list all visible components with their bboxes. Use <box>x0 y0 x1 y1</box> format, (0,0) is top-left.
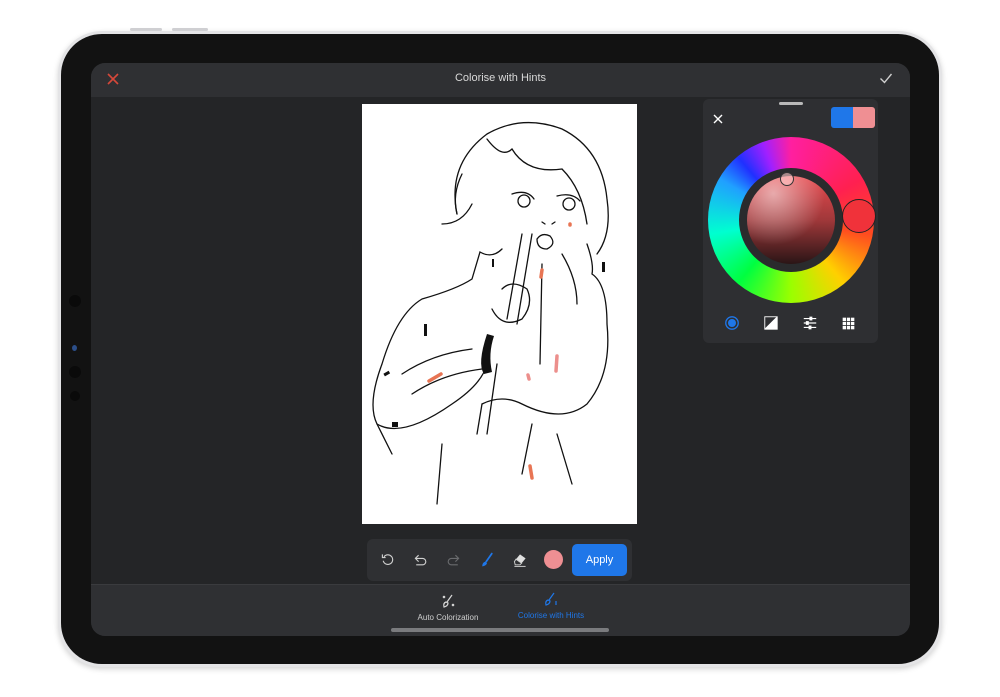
color-picker-panel <box>703 99 878 343</box>
home-indicator[interactable] <box>391 628 609 632</box>
checkmark-icon[interactable] <box>878 70 894 86</box>
undo-icon[interactable] <box>411 550 431 570</box>
apply-button[interactable]: Apply <box>572 544 627 576</box>
line-art-illustration <box>372 121 609 505</box>
eraser-icon[interactable] <box>510 550 530 570</box>
reset-icon[interactable] <box>378 550 398 570</box>
camera-lens <box>69 295 81 307</box>
camera-indicator <box>72 345 77 351</box>
camera-lens <box>70 391 80 401</box>
app-screen: Colorise with Hints Apply Auto Colorizat… <box>91 63 910 636</box>
page-title: Colorise with Hints <box>454 72 547 84</box>
top-bar: Colorise with Hints <box>91 63 910 97</box>
saturation-brightness-ring <box>739 168 843 272</box>
hue-wheel[interactable] <box>708 137 876 303</box>
saturation-knob[interactable] <box>780 172 794 186</box>
picker-mode-tabs <box>703 314 878 334</box>
primary-color-swatch[interactable] <box>831 107 853 128</box>
tab-auto-colorization[interactable]: Auto Colorization <box>393 593 503 622</box>
disc-mode-icon[interactable] <box>723 314 741 332</box>
volume-button <box>172 28 208 31</box>
color-swatches <box>831 107 875 128</box>
mode-tab-bar: Auto Colorization Colorise with Hints <box>91 584 910 636</box>
magic-brush-icon <box>440 593 456 609</box>
drawing-canvas[interactable] <box>362 104 637 524</box>
redo-icon[interactable] <box>443 550 463 570</box>
tab-label: Auto Colorization <box>417 613 479 622</box>
drag-handle[interactable] <box>779 102 803 105</box>
tab-colorise-with-hints[interactable]: Colorise with Hints <box>496 591 606 620</box>
tab-label: Colorise with Hints <box>517 611 585 620</box>
saturation-brightness-disc[interactable] <box>747 172 835 264</box>
hint-toolbar: Apply <box>367 539 632 581</box>
close-icon[interactable] <box>712 112 724 124</box>
volume-button <box>130 28 162 31</box>
camera-lens <box>69 366 81 378</box>
classic-mode-icon[interactable] <box>762 314 780 332</box>
palette-grid-icon[interactable] <box>840 314 858 332</box>
current-color-button[interactable] <box>544 550 563 569</box>
hint-brush-icon <box>543 591 559 607</box>
secondary-color-swatch[interactable] <box>853 107 875 128</box>
hue-knob[interactable] <box>842 199 876 233</box>
brush-icon[interactable] <box>477 550 497 570</box>
sliders-mode-icon[interactable] <box>801 314 819 332</box>
